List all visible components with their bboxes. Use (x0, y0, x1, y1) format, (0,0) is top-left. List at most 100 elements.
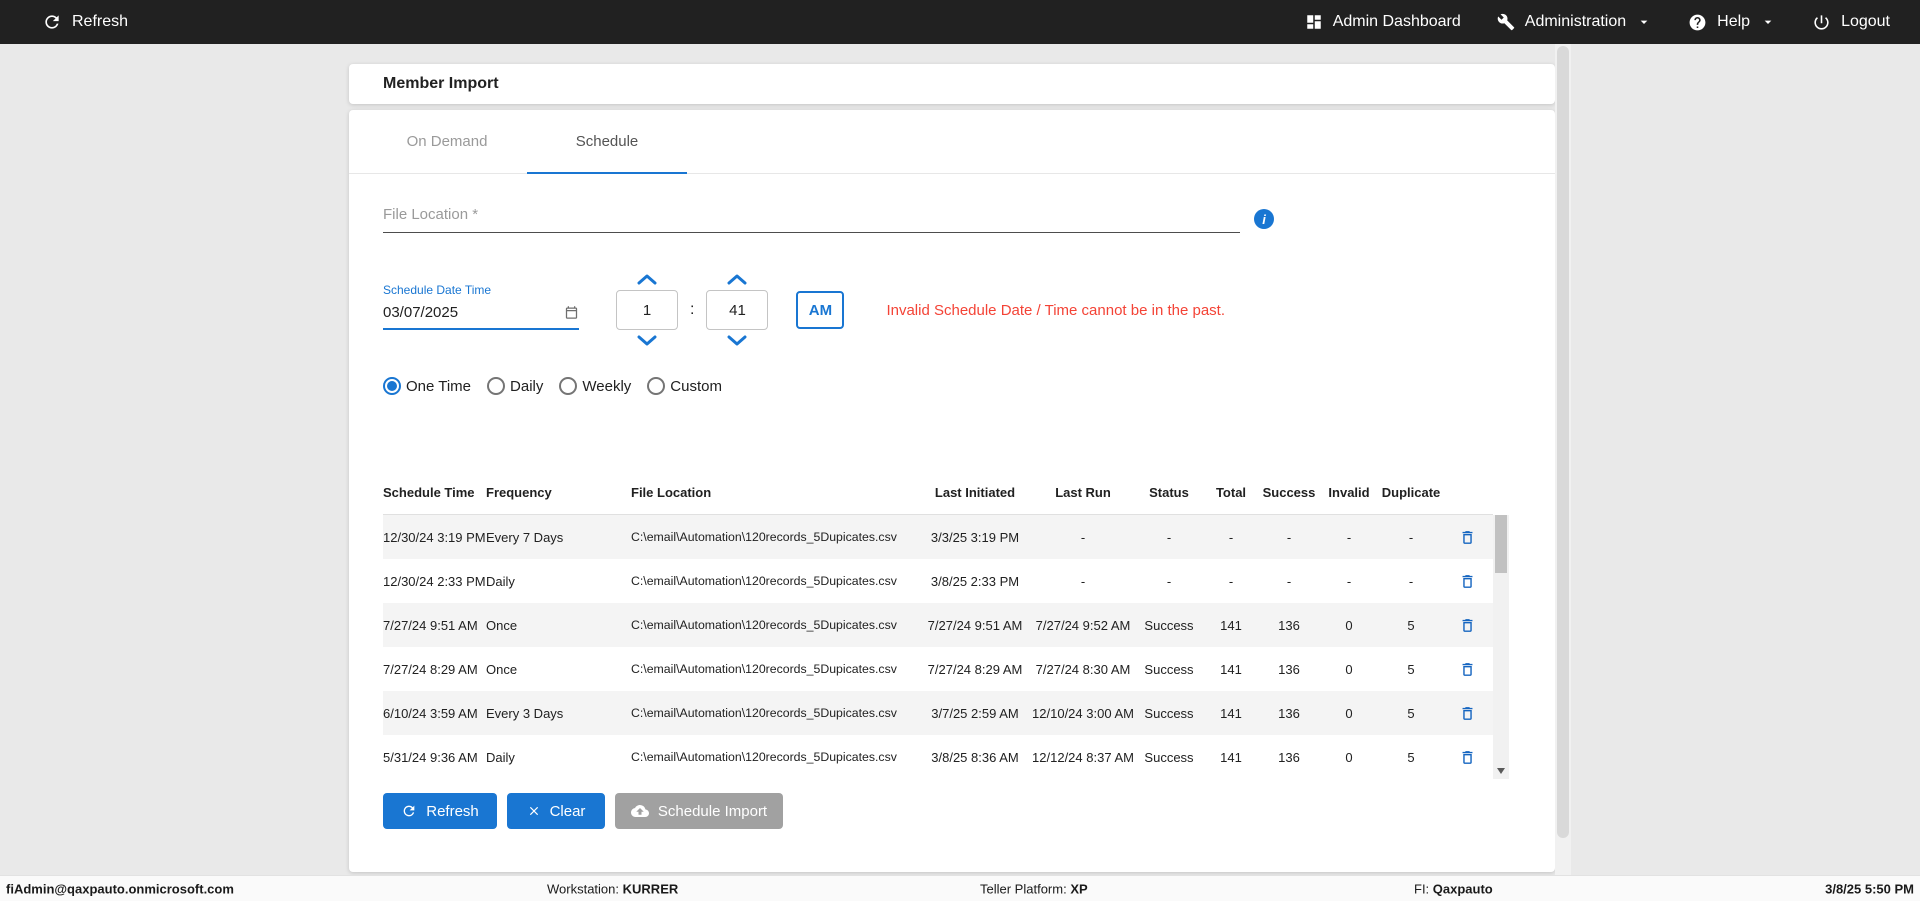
cell-frequency: Once (486, 617, 518, 633)
header-frequency: Frequency (486, 485, 552, 500)
teller-platform-label: Teller Platform: (980, 881, 1067, 896)
radio-one-time[interactable]: One Time (383, 377, 471, 395)
tab-on-demand[interactable]: On Demand (367, 110, 527, 173)
cell-duplicate: - (1408, 529, 1414, 545)
header-success: Success (1262, 485, 1316, 500)
top-bar: Refresh Admin Dashboard Administration H… (0, 0, 1920, 44)
top-nav: Admin Dashboard Administration Help Logo… (1305, 13, 1890, 32)
schedules-table: Schedule Time Frequency File Location La… (383, 471, 1509, 779)
cell-frequency: Once (486, 661, 518, 677)
header-file-location: File Location (631, 485, 712, 500)
cell-frequency: Daily (486, 749, 515, 765)
radio-one-time-label: One Time (406, 377, 472, 395)
cell-schedule-time: 7/27/24 9:51 AM (383, 617, 478, 633)
hour-decrement-button[interactable] (636, 335, 658, 347)
cell-invalid: 0 (1345, 749, 1353, 765)
page-title-card: Member Import (349, 64, 1555, 104)
radio-unselected-icon (647, 377, 666, 395)
cell-status: - (1166, 573, 1172, 589)
header-invalid: Invalid (1328, 485, 1370, 500)
calendar-icon[interactable] (564, 305, 579, 320)
minute-increment-button[interactable] (726, 273, 748, 285)
header-last-run: Last Run (1055, 485, 1111, 500)
cell-actions (1443, 747, 1491, 768)
scroll-down-arrow-icon[interactable] (1493, 763, 1509, 779)
delete-row-button[interactable] (1457, 571, 1478, 592)
radio-custom[interactable]: Custom (647, 377, 722, 395)
trash-icon (1459, 573, 1476, 590)
cell-invalid: 0 (1345, 705, 1353, 721)
minute-spinner: 41 (706, 273, 769, 347)
fi-value: Qaxpauto (1432, 881, 1493, 896)
hour-input[interactable]: 1 (616, 290, 678, 330)
cell-file-location: C:\email\Automation\120records_5Dupicate… (631, 530, 897, 544)
nav-help[interactable]: Help (1688, 13, 1776, 32)
delete-row-button[interactable] (1457, 747, 1478, 768)
radio-weekly[interactable]: Weekly (559, 377, 631, 395)
chevron-down-icon (1760, 14, 1776, 30)
cell-file-location: C:\email\Automation\120records_5Dupicate… (631, 618, 897, 632)
nav-administration[interactable]: Administration (1497, 13, 1652, 31)
table-scrollbar-thumb[interactable] (1495, 515, 1507, 573)
schedule-date-label: Schedule Date Time (383, 283, 492, 297)
workstation-value: KURRER (622, 881, 679, 896)
date-input[interactable]: 03/07/2025 (383, 304, 579, 330)
hour-increment-button[interactable] (636, 273, 658, 285)
file-location-input[interactable]: File Location * (383, 206, 1240, 233)
cell-actions (1443, 615, 1491, 636)
schedule-datetime-row: Schedule Date Time 03/07/2025 1 : 41 AM … (383, 273, 1521, 347)
schedule-date-field: Schedule Date Time 03/07/2025 (383, 283, 579, 330)
info-icon[interactable] (1254, 209, 1274, 229)
trash-icon (1459, 617, 1476, 634)
radio-daily[interactable]: Daily (487, 377, 543, 395)
cell-status: Success (1144, 661, 1194, 677)
power-icon (1812, 13, 1831, 32)
frequency-radio-group: One Time Daily Weekly Custom (383, 377, 1521, 395)
cell-actions (1443, 571, 1491, 592)
clear-button[interactable]: Clear (507, 793, 605, 829)
minute-decrement-button[interactable] (726, 335, 748, 347)
help-label: Help (1717, 13, 1751, 30)
refresh-button[interactable]: Refresh (383, 793, 497, 829)
page-title: Member Import (383, 75, 499, 92)
radio-daily-label: Daily (510, 377, 544, 395)
minute-input[interactable]: 41 (706, 290, 769, 330)
header-duplicate: Duplicate (1381, 485, 1441, 500)
footer-fi: FI: Qaxpauto (1414, 881, 1493, 896)
header-schedule-time: Schedule Time (383, 485, 475, 500)
delete-row-button[interactable] (1457, 527, 1478, 548)
cell-total: 141 (1220, 661, 1242, 677)
header-total: Total (1215, 485, 1247, 500)
schedule-error-message: Invalid Schedule Date / Time cannot be i… (886, 301, 1225, 319)
page-scrollbar-thumb[interactable] (1557, 46, 1569, 838)
close-icon (527, 804, 541, 818)
logout-label: Logout (1841, 13, 1890, 30)
cell-schedule-time: 7/27/24 8:29 AM (383, 661, 478, 677)
cell-frequency: Every 7 Days (486, 529, 564, 545)
cell-last-initiated: 3/8/25 8:36 AM (931, 749, 1019, 765)
cell-last-initiated: 3/7/25 2:59 AM (931, 705, 1019, 721)
cell-total: - (1228, 573, 1234, 589)
delete-row-button[interactable] (1457, 615, 1478, 636)
nav-refresh[interactable]: Refresh (42, 12, 128, 32)
meridiem-toggle-button[interactable]: AM (796, 291, 845, 329)
schedule-import-button-label: Schedule Import (657, 802, 768, 820)
delete-row-button[interactable] (1457, 659, 1478, 680)
table-scrollbar[interactable] (1493, 515, 1509, 779)
page-scrollbar[interactable] (1555, 44, 1571, 876)
nav-logout[interactable]: Logout (1812, 13, 1890, 32)
table-body: 12/30/24 3:19 PM Every 7 Days C:\email\A… (383, 515, 1509, 779)
schedule-import-button[interactable]: Schedule Import (615, 793, 783, 829)
cell-success: 136 (1278, 705, 1300, 721)
nav-admin-dashboard[interactable]: Admin Dashboard (1305, 13, 1461, 31)
help-icon (1688, 13, 1707, 32)
tab-schedule[interactable]: Schedule (527, 110, 687, 174)
delete-row-button[interactable] (1457, 703, 1478, 724)
main-content: Member Import On Demand Schedule File Lo… (349, 64, 1555, 872)
wrench-icon (1497, 13, 1515, 31)
cell-total: 141 (1220, 705, 1242, 721)
refresh-button-label: Refresh (426, 802, 479, 820)
cell-schedule-time: 12/30/24 3:19 PM (383, 529, 486, 545)
cell-actions (1443, 703, 1491, 724)
date-value: 03/07/2025 (383, 304, 459, 321)
